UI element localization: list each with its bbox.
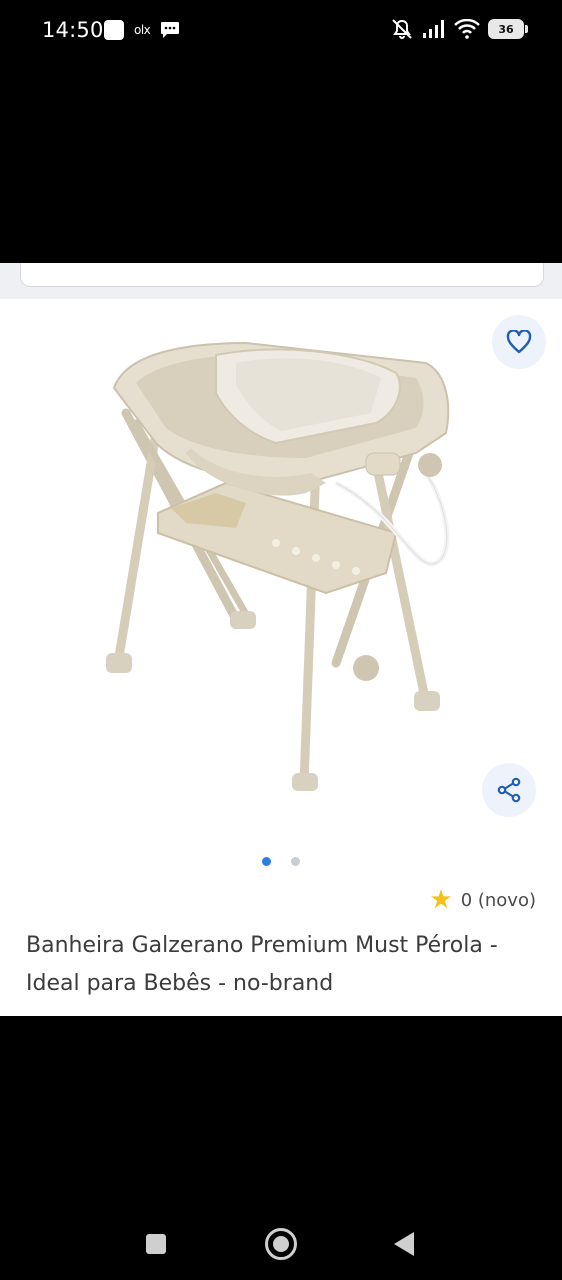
recents-button[interactable] (146, 1234, 166, 1254)
home-button[interactable] (265, 1228, 297, 1260)
favorite-button[interactable] (492, 315, 546, 369)
search-card[interactable] (20, 263, 544, 287)
wifi-icon (454, 19, 480, 39)
heart-icon (506, 330, 532, 354)
system-nav-bar (0, 1200, 562, 1280)
message-icon (161, 22, 180, 38)
share-icon (497, 777, 521, 803)
pagination-dot-1[interactable] (262, 857, 271, 866)
product-screen: ★ 0 (novo) Banheira Galzerano Premium Mu… (0, 263, 562, 1016)
product-title: Banheira Galzerano Premium Must Pérola -… (26, 933, 498, 996)
image-pagination (262, 857, 300, 866)
rating-text: 0 (novo) (460, 889, 536, 911)
product-rating: ★ 0 (novo) (429, 887, 536, 913)
back-button[interactable] (394, 1232, 414, 1256)
status-time: 14:50 (42, 18, 104, 42)
share-button[interactable] (482, 763, 536, 817)
mute-icon (392, 19, 412, 39)
system-icons: 36 (390, 18, 528, 40)
signal-icon (423, 20, 444, 38)
notification-app-icon (104, 20, 124, 40)
product-image[interactable] (96, 333, 476, 793)
olx-notification-icon: olx (134, 23, 151, 37)
notification-icons: olx (104, 20, 180, 40)
battery-icon: 36 (488, 19, 528, 39)
pagination-dot-2[interactable] (291, 857, 300, 866)
status-bar: 14:50 olx 36 (0, 0, 562, 64)
star-icon: ★ (429, 885, 453, 915)
